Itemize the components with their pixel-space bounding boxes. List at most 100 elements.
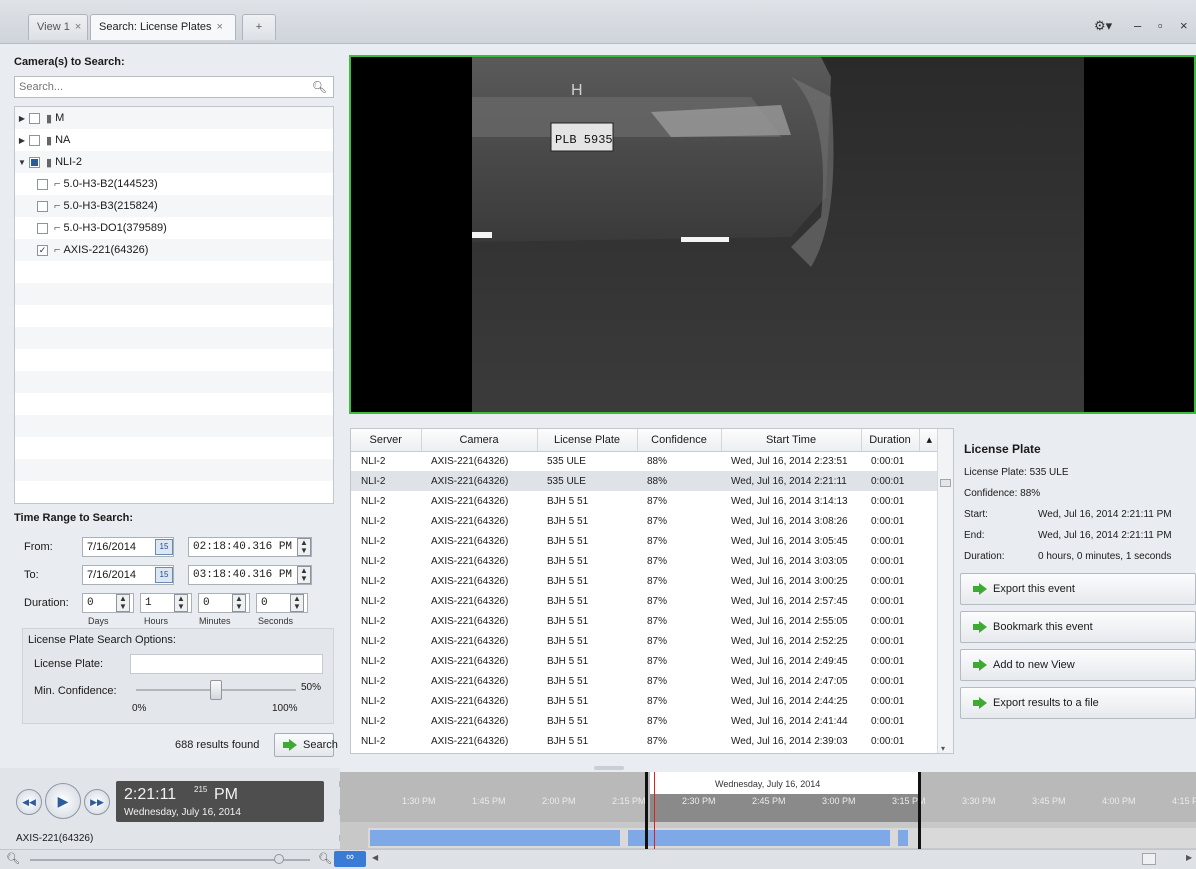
table-row[interactable]: NLI-2 AXIS-221(64326) BJH 5 51 87% Wed, Jul …	[351, 591, 939, 611]
table-row[interactable]: NLI-2 AXIS-221(64326) BJH 5 51 87% Wed, Jul …	[351, 671, 939, 691]
new-tab-button[interactable]: +	[242, 14, 276, 40]
scroll-right-icon[interactable]: ▶	[1186, 853, 1192, 862]
tab-close-icon[interactable]: ×	[75, 21, 81, 33]
checkbox-partial[interactable]	[29, 156, 40, 168]
calendar-icon[interactable]: 15	[155, 539, 173, 555]
hours-spinner[interactable]: ▲ ▼	[174, 594, 188, 612]
checkbox-checked[interactable]: ✓	[37, 244, 48, 256]
results-scrollbar[interactable]: ▾	[937, 429, 953, 753]
table-row[interactable]: NLI-2 AXIS-221(64326) BJH 5 51 87% Wed, Jul …	[351, 611, 939, 631]
zoom-slider[interactable]	[30, 859, 310, 861]
table-row[interactable]: NLI-2 AXIS-221(64326) 535 ULE 88% Wed, Jul 1…	[351, 451, 939, 471]
search-icon[interactable]: 🔍︎	[312, 80, 327, 94]
checkbox[interactable]	[29, 112, 40, 124]
tab-bar: View 1 × Search: License Plates × + ⚙▾ – ▫…	[0, 0, 1196, 44]
table-row[interactable]: NLI-2 AXIS-221(64326) BJH 5 51 87% Wed, Jul …	[351, 691, 939, 711]
scrollbar-thumb[interactable]	[940, 479, 951, 487]
column-header-duration[interactable]: Duration	[861, 429, 920, 452]
minutes-spinner[interactable]: ▲ ▼	[232, 594, 246, 612]
sort-up-icon[interactable]: ▴	[919, 429, 939, 452]
minimize-icon[interactable]: –	[1134, 18, 1141, 33]
min-confidence-slider[interactable]	[136, 680, 296, 700]
slider-thumb[interactable]	[210, 680, 222, 700]
table-row[interactable]: NLI-2 AXIS-221(64326) BJH 5 51 87% Wed, Jul …	[351, 511, 939, 531]
play-icon[interactable]: ▶	[45, 783, 81, 819]
export-event-button[interactable]: Export this event	[960, 573, 1196, 605]
tree-item-camera[interactable]: ⌐ 5.0-H3-B2(144523)	[15, 173, 333, 195]
clock-ampm: PM	[214, 786, 238, 803]
results-found-count: 688 results found	[175, 739, 260, 751]
scroll-down-icon[interactable]: ▾	[941, 744, 945, 753]
checkbox[interactable]	[37, 178, 48, 190]
settings-gear-icon[interactable]: ⚙▾	[1094, 18, 1112, 34]
cell-duration: 0:00:01	[871, 675, 905, 687]
playhead[interactable]	[654, 772, 655, 849]
calendar-icon[interactable]: 15	[155, 567, 173, 583]
step-forward-icon[interactable]: ▶▶	[84, 789, 110, 815]
column-header-server[interactable]: Server	[351, 429, 422, 452]
seconds-spinner[interactable]: ▲ ▼	[290, 594, 304, 612]
table-row[interactable]: NLI-2 AXIS-221(64326) BJH 5 51 87% Wed, Jul …	[351, 571, 939, 591]
cell-camera: AXIS-221(64326)	[431, 615, 509, 627]
horizontal-scrollbar-thumb[interactable]	[1142, 853, 1156, 865]
step-back-icon[interactable]: ◀◀	[16, 789, 42, 815]
table-row[interactable]: NLI-2 AXIS-221(64326) BJH 5 51 87% Wed, Jul …	[351, 531, 939, 551]
table-row[interactable]: NLI-2 AXIS-221(64326) BJH 5 51 87% Wed, Jul …	[351, 711, 939, 731]
timeline[interactable]: Wednesday, July 16, 2014 1:30 PM 1:45 PM 2…	[340, 772, 1196, 849]
cell-server: NLI-2	[351, 471, 421, 491]
recording-track-3	[898, 830, 908, 846]
cell-server: NLI-2	[361, 515, 386, 527]
video-player[interactable]: PLB 5935 H	[349, 55, 1196, 414]
table-row[interactable]: NLI-2 AXIS-221(64326) 535 ULE 88% Wed, Jul 1…	[351, 471, 939, 491]
table-row[interactable]: NLI-2 AXIS-221(64326) BJH 5 51 87% Wed, Jul …	[351, 731, 939, 751]
tab-search-license-plates[interactable]: Search: License Plates ×	[90, 14, 236, 40]
to-label: To:	[24, 569, 39, 581]
table-row[interactable]: NLI-2 AXIS-221(64326) BJH 5 51 87% Wed, Jul …	[351, 551, 939, 571]
duration-label: Duration:	[24, 597, 69, 609]
camera-search-input[interactable]	[15, 77, 305, 97]
expand-arrow-icon[interactable]: ▶	[15, 136, 29, 145]
checkbox[interactable]	[29, 134, 40, 146]
tree-item-na[interactable]: ▶ ▮ NA	[15, 129, 333, 151]
table-row[interactable]: NLI-2 AXIS-221(64326) BJH 5 51 87% Wed, Jul …	[351, 491, 939, 511]
scroll-left-icon[interactable]: ◀	[372, 853, 378, 862]
from-time-field[interactable]: 02:18:40.316 PM	[188, 537, 312, 557]
range-end-marker[interactable]	[918, 772, 921, 849]
tree-item-m[interactable]: ▶ ▮ M	[15, 107, 333, 129]
checkbox[interactable]	[37, 222, 48, 234]
restore-icon[interactable]: ▫	[1158, 18, 1163, 33]
zoom-out-icon[interactable]: 🔍︎	[6, 852, 20, 865]
close-window-icon[interactable]: ×	[1180, 18, 1188, 33]
column-header-license-plate[interactable]: License Plate	[537, 429, 638, 452]
cell-start-time: Wed, Jul 16, 2014 2:57:45	[731, 595, 848, 607]
checkbox[interactable]	[37, 200, 48, 212]
license-plate-input[interactable]	[130, 654, 323, 674]
zoom-in-icon[interactable]: 🔍︎	[318, 852, 332, 865]
column-header-start-time[interactable]: Start Time	[721, 429, 862, 452]
splitter-grip[interactable]	[594, 766, 624, 770]
bookmark-event-button[interactable]: Bookmark this event	[960, 611, 1196, 643]
table-row[interactable]: NLI-2 AXIS-221(64326) BJH 5 51 87% Wed, Jul …	[351, 631, 939, 651]
search-button-label: Search	[303, 739, 338, 751]
tree-item-camera-axis[interactable]: ✓ ⌐ AXIS-221(64326)	[15, 239, 333, 261]
to-time-field[interactable]: 03:18:40.316 PM	[188, 565, 312, 585]
table-row[interactable]: NLI-2 AXIS-221(64326) BJH 5 51 87% Wed, Jul …	[351, 651, 939, 671]
zoom-slider-thumb[interactable]	[274, 854, 284, 864]
tab-view-1[interactable]: View 1 ×	[28, 14, 88, 40]
tree-item-camera[interactable]: ⌐ 5.0-H3-DO1(379589)	[15, 217, 333, 239]
export-results-button[interactable]: Export results to a file	[960, 687, 1196, 719]
expand-arrow-icon[interactable]: ▶	[15, 114, 29, 123]
collapse-arrow-icon[interactable]: ▼	[15, 158, 29, 167]
column-header-confidence[interactable]: Confidence	[637, 429, 722, 452]
tree-item-nli-2[interactable]: ▼ ▮ NLI-2	[15, 151, 333, 173]
add-to-new-view-button[interactable]: Add to new View	[960, 649, 1196, 681]
tab-close-icon[interactable]: ×	[217, 21, 223, 33]
from-time-spinner[interactable]: ▲ ▼	[297, 538, 311, 556]
tree-item-camera[interactable]: ⌐ 5.0-H3-B3(215824)	[15, 195, 333, 217]
days-spinner[interactable]: ▲ ▼	[116, 594, 130, 612]
range-start-marker[interactable]	[645, 772, 648, 849]
link-timeline-icon[interactable]: ∞	[334, 851, 366, 867]
search-button[interactable]: Search	[274, 733, 338, 757]
to-time-spinner[interactable]: ▲ ▼	[297, 566, 311, 584]
column-header-camera[interactable]: Camera	[421, 429, 538, 452]
